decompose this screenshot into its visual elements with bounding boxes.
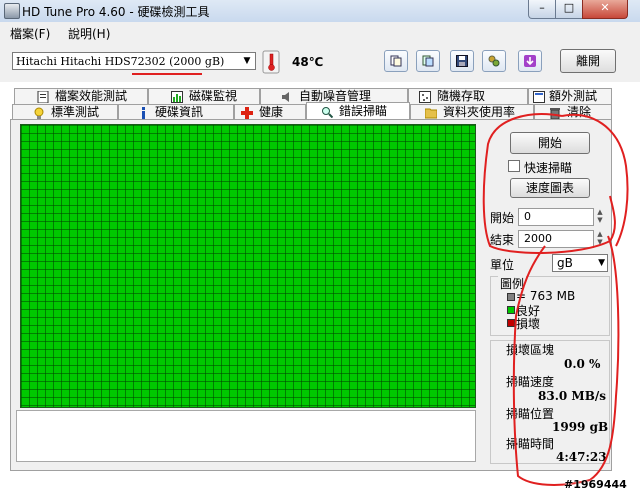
damaged-blocks-value: 0.0 % bbox=[564, 357, 601, 371]
quick-scan-checkbox[interactable] bbox=[508, 160, 520, 172]
drive-select[interactable]: Hitachi Hitachi HDS72302 (2000 gB) ▼ bbox=[12, 52, 256, 70]
legend-swatch-block-size bbox=[507, 293, 515, 301]
chevron-down-icon: ▼ bbox=[598, 258, 605, 268]
copy-screen-icon bbox=[422, 55, 434, 67]
end-position-spinner[interactable]: ▲ ▼ bbox=[594, 230, 606, 248]
tab-label: 錯誤掃瞄 bbox=[339, 104, 388, 118]
end-position-label: 結束 bbox=[490, 233, 515, 247]
scan-time-value: 4:47:23 bbox=[556, 450, 607, 464]
health-cross-icon bbox=[241, 107, 253, 119]
maximize-button[interactable]: □ bbox=[555, 0, 583, 19]
scan-block-grid bbox=[20, 124, 476, 408]
scan-speed-value: 83.0 MB/s bbox=[538, 389, 606, 403]
tab-label: 硬碟資訊 bbox=[155, 105, 204, 119]
legend-swatch-good bbox=[507, 306, 515, 314]
legend-swatch-damaged bbox=[507, 319, 515, 327]
tab-label: 額外測試 bbox=[549, 89, 598, 103]
tab-label: 標準測試 bbox=[51, 105, 100, 119]
scan-time-label: 掃瞄時間 bbox=[506, 437, 555, 451]
chevron-down-icon: ▼ bbox=[243, 56, 251, 66]
copy-screen-button[interactable] bbox=[416, 50, 440, 72]
unit-select[interactable]: gB ▼ bbox=[552, 254, 608, 272]
file-benchmark-icon bbox=[37, 90, 49, 104]
options-icon bbox=[488, 55, 500, 67]
scan-position-label: 掃瞄位置 bbox=[506, 407, 555, 421]
unit-select-value: gB bbox=[557, 256, 573, 270]
start-position-spinner[interactable]: ▲ ▼ bbox=[594, 208, 606, 226]
download-button[interactable] bbox=[518, 50, 542, 72]
tab-random-access[interactable]: 隨機存取 bbox=[408, 88, 528, 105]
folder-icon bbox=[424, 107, 438, 119]
options-button[interactable] bbox=[482, 50, 506, 72]
info-icon bbox=[137, 107, 149, 119]
tab-label: 隨機存取 bbox=[437, 89, 486, 103]
legend-block-size: = 763 MB bbox=[516, 289, 576, 303]
temperature-value: 48℃ bbox=[292, 55, 324, 69]
app-icon bbox=[4, 3, 20, 19]
trash-icon bbox=[549, 107, 561, 120]
scan-position-value: 1999 gB bbox=[552, 420, 609, 434]
watermark: #1969444 bbox=[564, 478, 627, 491]
start-position-label: 開始 bbox=[490, 211, 515, 225]
scan-log-box bbox=[16, 410, 476, 462]
unit-label: 單位 bbox=[490, 258, 515, 272]
exit-button[interactable]: 離開 bbox=[560, 49, 616, 73]
thermometer-icon bbox=[262, 50, 280, 74]
save-icon bbox=[456, 55, 468, 67]
speed-chart-button[interactable]: 速度圖表 bbox=[510, 178, 590, 198]
window-title: HD Tune Pro 4.60 - 硬碟檢測工具 bbox=[22, 5, 210, 19]
tab-label: 健康 bbox=[259, 105, 284, 119]
tab-disk-monitor[interactable]: 磁碟監視 bbox=[148, 88, 260, 105]
copy-text-button[interactable] bbox=[384, 50, 408, 72]
end-position-input[interactable]: 2000 bbox=[518, 230, 594, 248]
drive-select-value: Hitachi Hitachi HDS72302 (2000 gB) bbox=[16, 55, 225, 68]
scan-speed-label: 掃瞄速度 bbox=[506, 375, 555, 389]
tab-label: 磁碟監視 bbox=[189, 89, 238, 103]
minimize-button[interactable]: – bbox=[528, 0, 556, 19]
tab-extra-tests[interactable]: 額外測試 bbox=[528, 88, 612, 105]
damaged-blocks-label: 損壞區塊 bbox=[506, 343, 555, 357]
start-position-input[interactable]: 0 bbox=[518, 208, 594, 226]
save-button[interactable] bbox=[450, 50, 474, 72]
tab-label: 清除 bbox=[567, 105, 592, 119]
annotation-underline bbox=[132, 73, 202, 75]
extra-tests-icon bbox=[533, 91, 545, 103]
menu-bar: 檔案(F) 說明(H) bbox=[0, 22, 640, 42]
tab-label: 資料夾使用率 bbox=[443, 105, 516, 119]
legend-damaged: 損壞 bbox=[516, 317, 541, 331]
random-access-icon bbox=[419, 91, 431, 103]
tab-label: 檔案效能測試 bbox=[55, 89, 128, 103]
chart-icon bbox=[171, 91, 183, 103]
lightbulb-icon bbox=[33, 107, 45, 119]
magnifier-icon bbox=[321, 106, 334, 119]
menu-file[interactable]: 檔案(F) bbox=[10, 25, 50, 42]
title-bar[interactable]: HD Tune Pro 4.60 - 硬碟檢測工具 – □ ✕ bbox=[0, 0, 640, 23]
download-icon bbox=[524, 55, 536, 67]
quick-scan-label: 快速掃瞄 bbox=[524, 161, 573, 175]
speaker-icon bbox=[281, 91, 293, 103]
start-scan-button[interactable]: 開始 bbox=[510, 132, 590, 154]
close-button[interactable]: ✕ bbox=[582, 0, 628, 19]
menu-help[interactable]: 說明(H) bbox=[68, 25, 110, 42]
copy-text-icon bbox=[390, 55, 402, 67]
tab-file-benchmark[interactable]: 檔案效能測試 bbox=[14, 88, 148, 105]
